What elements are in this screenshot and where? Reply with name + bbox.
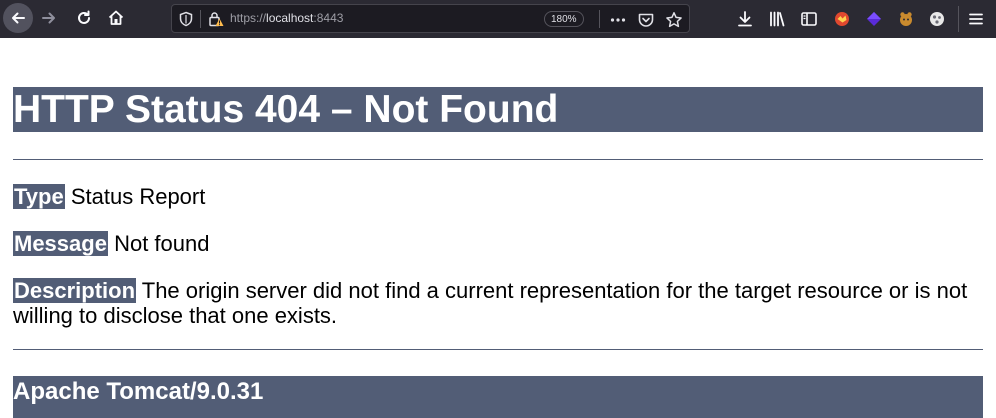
page-title: HTTP Status 404 – Not Found	[13, 87, 983, 132]
back-arrow-icon	[12, 12, 25, 24]
divider	[13, 349, 983, 350]
message-value: Not found	[114, 231, 210, 256]
download-icon[interactable]	[735, 9, 755, 29]
message-line: Message Not found	[13, 231, 983, 256]
sidebar-icon[interactable]	[799, 9, 819, 29]
library-icon[interactable]	[767, 9, 787, 29]
toolbar-divider	[958, 6, 959, 32]
extension-icon-4[interactable]	[927, 9, 947, 29]
home-button[interactable]	[101, 3, 131, 33]
description-value: The origin server did not find a current…	[13, 278, 968, 328]
url-text[interactable]: https://localhost:8443	[230, 11, 343, 25]
zoom-badge[interactable]: 180%	[544, 11, 584, 27]
url-host: localhost	[266, 11, 314, 25]
forward-arrow-icon	[42, 12, 55, 24]
server-footer: Apache Tomcat/9.0.31	[13, 376, 983, 418]
reload-button[interactable]	[69, 3, 99, 33]
url-separator	[599, 10, 600, 28]
divider	[13, 159, 983, 160]
reload-icon	[78, 10, 90, 24]
extension-icon-3[interactable]	[896, 9, 916, 29]
url-bar[interactable]: https://localhost:8443 180%	[171, 4, 690, 33]
home-icon	[108, 10, 124, 25]
browser-toolbar: https://localhost:8443 180%	[0, 0, 996, 38]
extension-icon-2[interactable]	[864, 9, 884, 29]
url-scheme: https://	[230, 11, 267, 25]
description-line: Description The origin server did not fi…	[13, 278, 983, 328]
shield-icon[interactable]	[178, 11, 194, 32]
type-value: Status Report	[70, 184, 206, 209]
url-port: :8443	[313, 11, 344, 25]
description-label: Description	[13, 278, 137, 303]
star-icon[interactable]	[664, 10, 684, 30]
type-label: Type	[13, 184, 65, 209]
type-line: Type Status Report	[13, 184, 983, 209]
toolbar-spacer	[0, 38, 996, 60]
more-dots-icon[interactable]	[608, 10, 628, 30]
warning-lock-icon[interactable]	[207, 10, 225, 33]
pocket-icon[interactable]	[636, 10, 656, 30]
hamburger-menu-icon[interactable]	[966, 9, 986, 29]
extension-icon-1[interactable]	[832, 9, 852, 29]
forward-button[interactable]	[34, 3, 64, 33]
url-separator	[200, 10, 201, 28]
back-button[interactable]	[3, 3, 33, 33]
message-label: Message	[13, 231, 108, 256]
